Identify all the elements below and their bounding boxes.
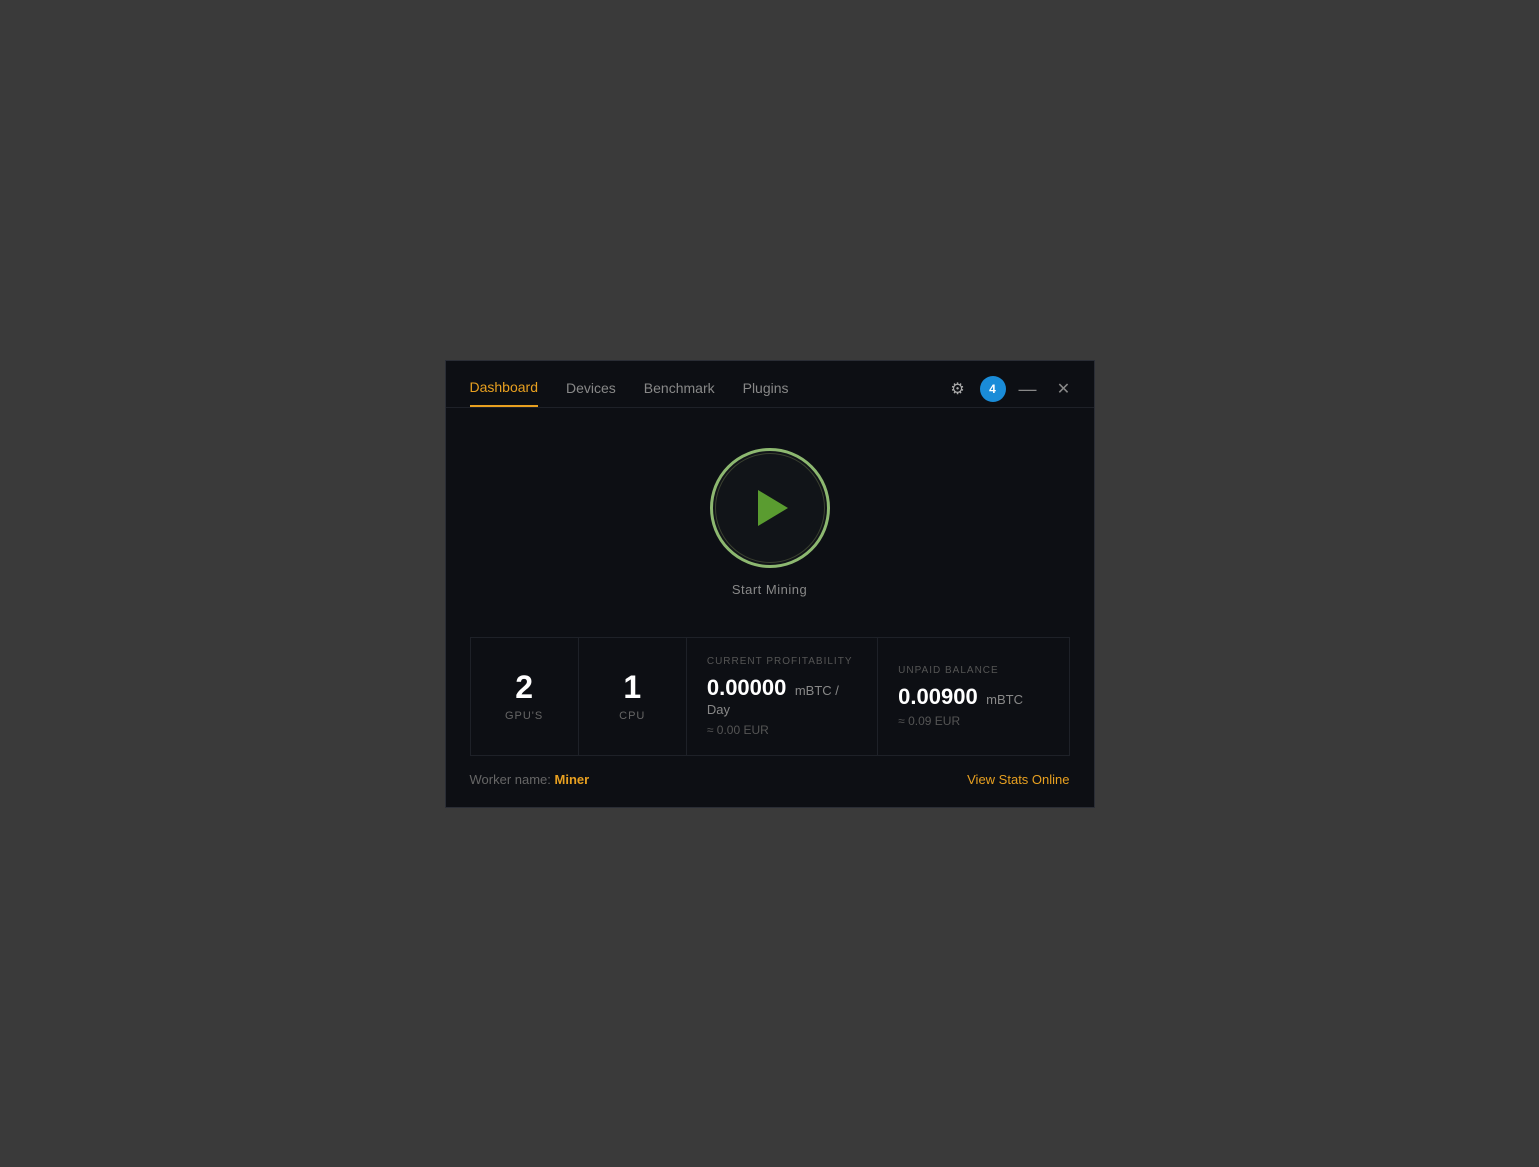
start-mining-button[interactable] xyxy=(710,448,830,568)
nav-items: Dashboard Devices Benchmark Plugins xyxy=(470,379,789,407)
gpu-count-box: 2 GPU'S xyxy=(471,638,579,755)
balance-eur: ≈ 0.09 EUR xyxy=(898,714,1048,728)
gpu-count-label: GPU'S xyxy=(505,710,543,722)
balance-unit: mBTC xyxy=(986,692,1023,707)
main-content: Start Mining 2 GPU'S 1 CPU CURRENT PROFI… xyxy=(446,408,1094,756)
cpu-count-label: CPU xyxy=(619,710,645,722)
cpu-count-box: 1 CPU xyxy=(579,638,687,755)
start-mining-label: Start Mining xyxy=(732,582,807,597)
play-icon xyxy=(758,490,788,526)
nav-devices[interactable]: Devices xyxy=(566,380,616,406)
balance-title: UNPAID BALANCE xyxy=(898,665,1048,676)
worker-label-text: Worker name: xyxy=(470,772,551,787)
cpu-count-value: 1 xyxy=(623,670,641,705)
worker-name-label: Worker name: Miner xyxy=(470,772,590,787)
worker-name-value: Miner xyxy=(555,772,590,787)
profitability-eur: ≈ 0.00 EUR xyxy=(707,723,857,737)
footer: Worker name: Miner View Stats Online xyxy=(446,756,1094,807)
play-container: Start Mining xyxy=(710,448,830,597)
nav-benchmark[interactable]: Benchmark xyxy=(644,380,715,406)
nav-plugins[interactable]: Plugins xyxy=(743,380,789,406)
profitability-box: CURRENT PROFITABILITY 0.00000 mBTC / Day… xyxy=(687,638,878,755)
nav-bar: Dashboard Devices Benchmark Plugins ⚙ 4 … xyxy=(446,361,1094,407)
stats-row: 2 GPU'S 1 CPU CURRENT PROFITABILITY 0.00… xyxy=(470,637,1070,756)
app-window: Dashboard Devices Benchmark Plugins ⚙ 4 … xyxy=(445,360,1095,808)
gear-icon: ⚙ xyxy=(950,379,964,399)
close-button[interactable]: ✕ xyxy=(1050,375,1078,403)
balance-value: 0.00900 xyxy=(898,684,978,709)
nav-dashboard[interactable]: Dashboard xyxy=(470,379,539,407)
balance-box: UNPAID BALANCE 0.00900 mBTC ≈ 0.09 EUR xyxy=(878,638,1068,755)
settings-button[interactable]: ⚙ xyxy=(944,375,972,403)
profitability-title: CURRENT PROFITABILITY xyxy=(707,656,857,667)
balance-value-row: 0.00900 mBTC xyxy=(898,684,1048,710)
minimize-button[interactable]: — xyxy=(1014,375,1042,403)
profitability-value-row: 0.00000 mBTC / Day xyxy=(707,675,857,719)
profitability-value: 0.00000 xyxy=(707,675,787,700)
view-stats-link[interactable]: View Stats Online xyxy=(967,772,1069,787)
window-controls: ⚙ 4 — ✕ xyxy=(944,375,1078,403)
gpu-count-value: 2 xyxy=(515,670,533,705)
notification-badge[interactable]: 4 xyxy=(980,376,1006,402)
